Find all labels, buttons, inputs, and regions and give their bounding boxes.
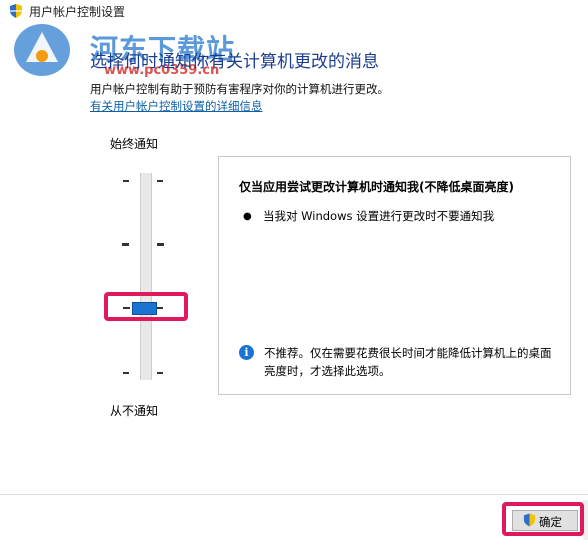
slider-highlight-box [104,292,188,321]
level-bullet-text: 当我对 Windows 设置进行更改时不要通知我 [263,209,495,223]
slider-top-label: 始终通知 [110,137,159,151]
page-headline: 选择何时通知你有关计算机更改的消息 [90,52,379,72]
level-description-panel: 仅当应用尝试更改计算机时通知我(不降低桌面亮度) ● 当我对 Windows 设… [218,156,571,395]
ok-button-highlight-box [502,502,584,536]
title-bar: 用户帐户控制设置 [0,0,588,22]
slider-tick [122,243,129,246]
uac-details-link[interactable]: 有关用户帐户控制设置的详细信息 [90,98,263,114]
slider-tick [157,243,164,246]
level-title: 仅当应用尝试更改计算机时通知我(不降低桌面亮度) [239,180,514,194]
slider-track[interactable] [140,173,152,380]
slider-bottom-label: 从不通知 [110,404,159,418]
slider-tick [123,372,129,374]
info-icon: i [239,345,254,360]
watermark-logo-icon [14,24,70,76]
slider-tick [157,372,163,374]
level-note: 不推荐。仅在需要花费很长时间才能降低计算机上的桌面亮度时，才选择此选项。 [264,346,552,378]
bullet-icon: ● [243,211,252,222]
shield-icon [10,4,22,18]
slider-tick [123,180,129,182]
page-description: 用户帐户控制有助于预防有害程序对你的计算机进行更改。 [90,82,389,96]
slider-tick [157,180,163,182]
footer-bar [0,495,588,548]
window-title: 用户帐户控制设置 [29,5,126,19]
